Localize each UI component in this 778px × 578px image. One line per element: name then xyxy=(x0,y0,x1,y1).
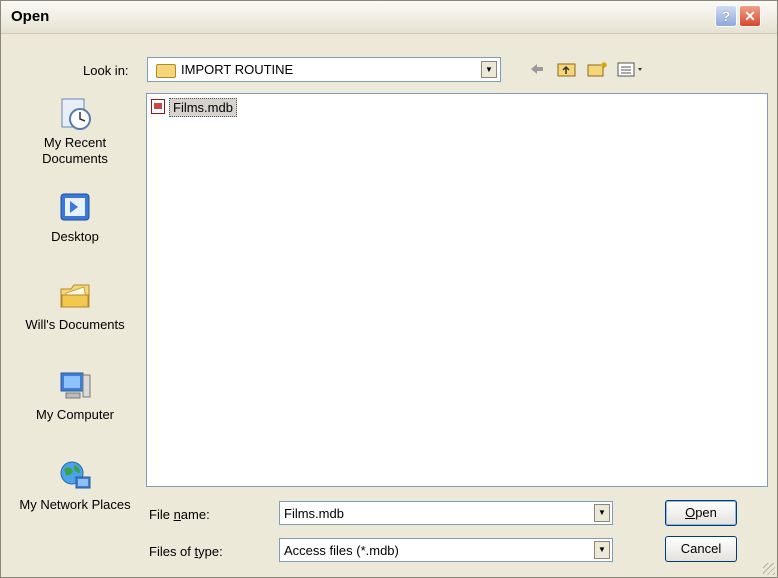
recent-documents-icon xyxy=(58,97,92,131)
help-button[interactable]: ? xyxy=(715,5,737,27)
computer-icon xyxy=(58,369,92,403)
close-button[interactable]: ✕ xyxy=(739,5,761,27)
access-database-icon xyxy=(151,99,165,114)
file-type-select[interactable]: Access files (*.mdb) ▼ xyxy=(279,538,613,562)
title-bar[interactable]: Open ? ✕ xyxy=(1,1,777,34)
views-menu-icon[interactable] xyxy=(617,61,645,79)
desktop-icon xyxy=(58,191,92,225)
folder-up-icon[interactable] xyxy=(557,61,577,79)
look-in-value: IMPORT ROUTINE xyxy=(181,62,294,77)
open-dialog: Open ? ✕ Look in: IMPORT ROUTINE ▼ My Re… xyxy=(0,0,778,578)
open-button[interactable]: Open xyxy=(665,500,737,526)
place-label: My Computer xyxy=(35,407,115,422)
folder-icon xyxy=(156,64,176,78)
file-name-value: Films.mdb xyxy=(284,506,344,521)
window-title: Open xyxy=(11,8,50,25)
places-bar: My Recent Documents Desktop Will's Docum… xyxy=(14,93,136,569)
look-in-combo[interactable]: IMPORT ROUTINE ▼ xyxy=(147,57,501,82)
back-arrow-icon[interactable] xyxy=(529,61,545,79)
look-in-label: Look in: xyxy=(83,63,129,78)
cancel-button[interactable]: Cancel xyxy=(665,536,737,562)
place-my-network-places[interactable]: My Network Places xyxy=(14,459,136,513)
network-icon xyxy=(58,459,92,493)
place-my-computer[interactable]: My Computer xyxy=(14,369,136,423)
place-label: My Recent Documents xyxy=(42,135,108,166)
new-folder-icon[interactable] xyxy=(587,61,609,79)
chevron-down-icon[interactable]: ▼ xyxy=(481,61,497,78)
file-name-label: File name: xyxy=(149,507,210,522)
chevron-down-icon[interactable]: ▼ xyxy=(594,541,610,559)
place-my-recent-documents[interactable]: My Recent Documents xyxy=(14,97,136,167)
file-name: Films.mdb xyxy=(169,98,237,117)
documents-folder-icon xyxy=(58,279,92,313)
chevron-down-icon[interactable]: ▼ xyxy=(594,504,610,522)
place-label: Desktop xyxy=(51,229,99,244)
place-wills-documents[interactable]: Will's Documents xyxy=(14,279,136,333)
resize-grip[interactable] xyxy=(763,563,775,575)
file-name-field[interactable]: Films.mdb ▼ xyxy=(279,501,613,525)
file-type-value: Access files (*.mdb) xyxy=(284,543,399,558)
place-label: Will's Documents xyxy=(25,317,125,332)
place-desktop[interactable]: Desktop xyxy=(14,191,136,245)
place-label: My Network Places xyxy=(19,497,131,512)
file-type-label: Files of type: xyxy=(149,544,223,559)
file-list[interactable]: Films.mdb xyxy=(146,93,768,487)
